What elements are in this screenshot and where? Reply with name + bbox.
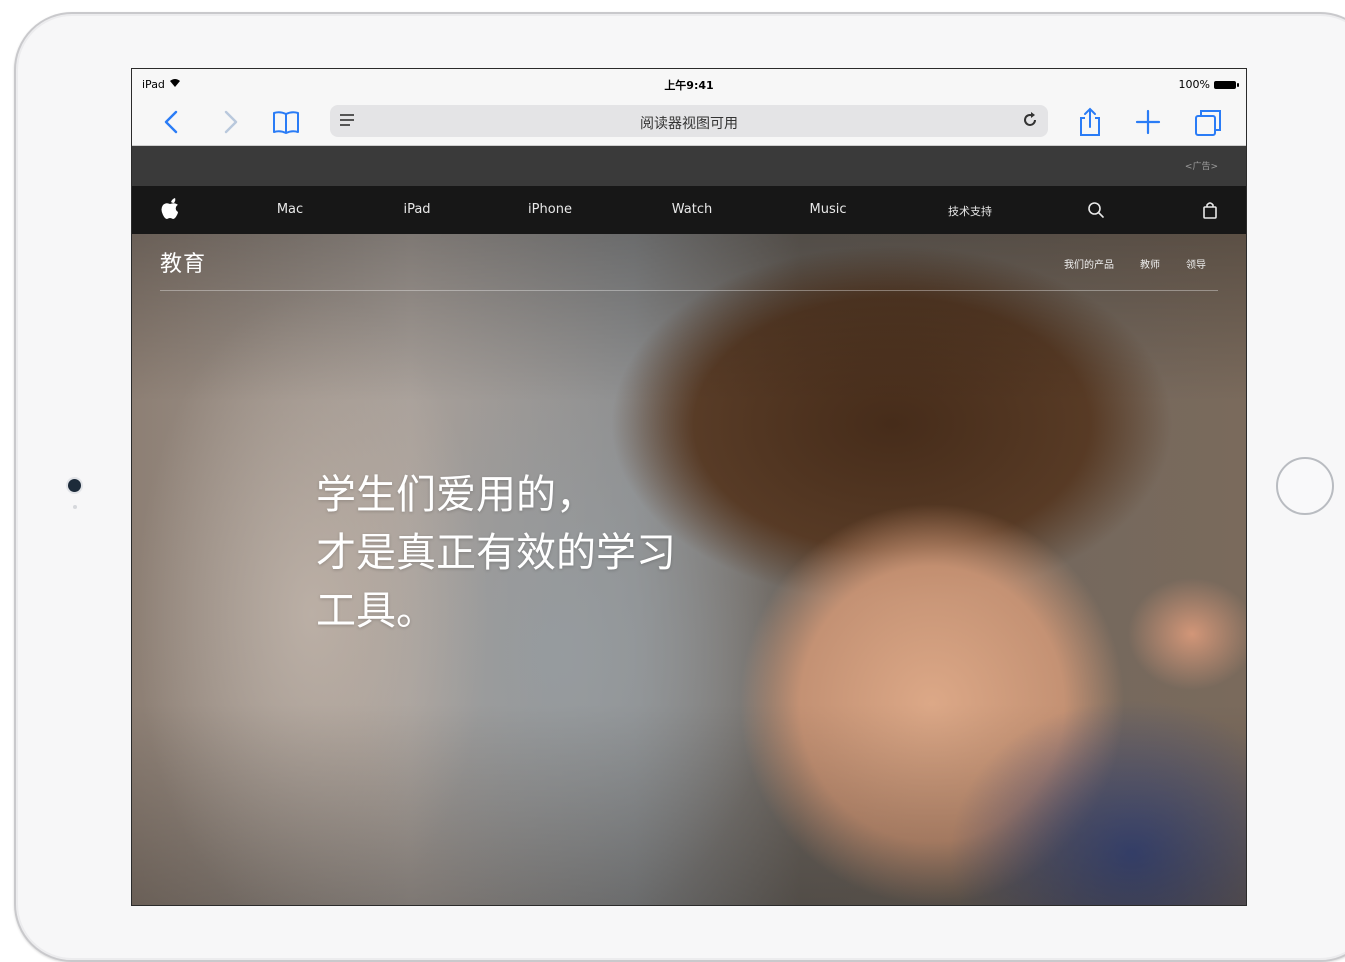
tabs-icon[interactable] [1190,107,1226,137]
status-right: 100% [1178,78,1239,91]
search-icon[interactable] [1087,201,1105,219]
battery-icon [1214,80,1239,89]
hero-headline-line-1: 学生们爱用的， [316,472,596,518]
home-button[interactable] [1276,457,1334,515]
hero-headline-line-3: 工具。 [316,588,436,634]
nav-item-mac[interactable]: Mac [277,202,303,217]
plus-icon[interactable] [1130,107,1166,137]
localnav-divider [160,290,1218,291]
hero-section: 教育 我们的产品 教师 领导 学生们爱用的， 才是真正有效的学习 工具。 [132,234,1246,905]
bag-icon[interactable] [1201,201,1219,219]
ad-bar: <广告> [132,146,1246,186]
ad-label: <广告> [1184,162,1218,172]
address-bar[interactable]: 阅读器视图可用 [330,105,1048,137]
apple-logo[interactable] [160,198,180,220]
localnav-link-teachers[interactable]: 教师 [1140,256,1160,271]
localnav-title[interactable]: 教育 [160,246,206,278]
ambient-sensor [73,505,77,509]
share-icon[interactable] [1072,107,1108,137]
localnav-link-leaders[interactable]: 领导 [1186,256,1206,271]
apple-global-nav: Mac iPad iPhone Watch Music 技术支持 [132,186,1246,234]
status-bar: iPad 上午9:41 100% [132,69,1246,99]
nav-item-support[interactable]: 技术支持 [948,203,992,219]
chevron-right-icon[interactable] [212,107,248,143]
nav-item-ipad[interactable]: iPad [403,202,430,217]
nav-item-music[interactable]: Music [810,202,847,217]
reload-icon[interactable] [1020,110,1040,135]
status-time: 上午9:41 [664,79,714,92]
front-camera [68,479,81,492]
localnav-link-products[interactable]: 我们的产品 [1064,256,1114,271]
address-text: 阅读器视图可用 [640,116,738,132]
book-icon[interactable] [268,107,304,137]
nav-item-iphone[interactable]: iPhone [528,202,572,217]
safari-toolbar: 阅读器视图可用 [132,99,1246,146]
localnav-links: 我们的产品 教师 领导 [1064,256,1206,271]
chevron-left-icon[interactable] [154,107,190,143]
hero-headline-line-2: 才是真正有效的学习 [316,530,676,576]
hero-headline: 学生们爱用的， 才是真正有效的学习 工具。 [316,466,776,640]
ipad-screen: iPad 上午9:41 100% 阅读器视图可用 <广告> Mac iPad i… [131,68,1247,906]
battery-percent: 100% [1178,78,1210,91]
nav-item-watch[interactable]: Watch [672,202,712,217]
